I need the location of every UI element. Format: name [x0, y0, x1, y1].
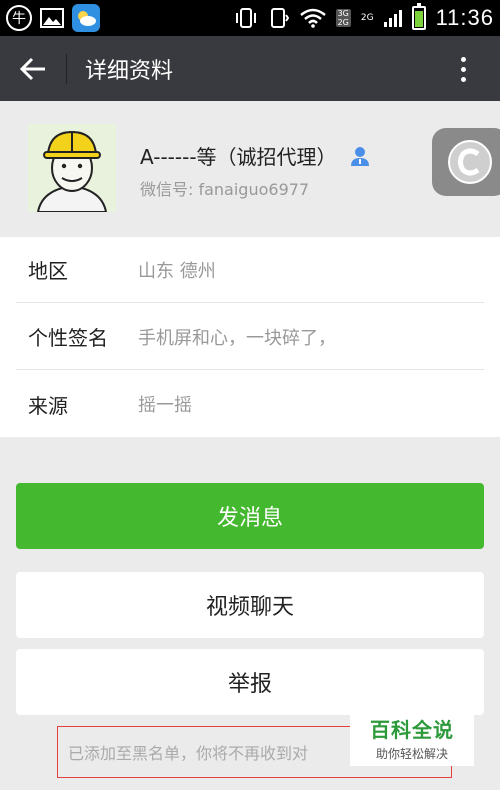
- source-value: 摇一摇: [138, 395, 192, 416]
- region-label: 地区: [28, 259, 68, 283]
- watermark-subtitle: 助你轻松解决: [375, 747, 448, 761]
- info-row-region: 地区 山东 德州: [16, 237, 484, 303]
- worker-cartoon-avatar: [28, 124, 116, 212]
- send-message-button[interactable]: 发消息: [16, 483, 484, 549]
- status-bar: 牛 3G 2G 2G 11:36: [0, 0, 500, 36]
- network-type-badge: 3G 2G: [335, 9, 351, 27]
- back-arrow-icon: [20, 57, 45, 80]
- back-button[interactable]: [0, 36, 66, 101]
- title-bar: 详细资料: [0, 36, 500, 101]
- watermark-logo: 百科全说 助你轻松解决: [350, 710, 474, 766]
- region-value: 山东 德州: [138, 260, 216, 282]
- more-dot-icon: [460, 56, 466, 62]
- signature-label: 个性签名: [28, 326, 108, 350]
- signature-value: 手机屏和心，一块碎了，: [138, 327, 336, 349]
- video-chat-button[interactable]: 视频聊天: [16, 572, 484, 638]
- blacklist-notice-text: 已添加至黑名单，你将不再收到对: [68, 744, 309, 763]
- niu-glyph: 牛: [12, 11, 26, 27]
- avatar[interactable]: [28, 124, 116, 212]
- more-dot-icon: [460, 66, 466, 72]
- battery-icon: [411, 3, 426, 30]
- contact-name: A------等（诚招代理）: [140, 145, 337, 169]
- profile-header: A------等（诚招代理） 微信号: fanaiguo6977: [0, 101, 500, 237]
- info-row-source: 来源 摇一摇: [16, 371, 484, 437]
- net-type-top: 3G: [337, 9, 349, 18]
- weather-icon: [72, 4, 100, 32]
- c-logo-icon: [448, 140, 492, 184]
- net-type-secondary: 2G: [360, 13, 374, 23]
- vibrate-icon: [235, 8, 256, 28]
- screen-rotate-icon: [270, 8, 289, 28]
- page-title: 详细资料: [85, 58, 174, 84]
- floating-app-shortcut[interactable]: [432, 128, 500, 196]
- source-label: 来源: [28, 393, 68, 418]
- more-dot-icon: [460, 76, 466, 82]
- signal-icon: [383, 10, 402, 27]
- info-row-signature: 个性签名 手机屏和心，一块碎了，: [16, 304, 484, 370]
- name-row: A------等（诚招代理）: [140, 141, 371, 170]
- wifi-icon: [299, 8, 326, 28]
- gallery-icon: [40, 8, 64, 28]
- net-type-bottom: 2G: [337, 18, 349, 27]
- more-menu-button[interactable]: [448, 50, 478, 88]
- report-button[interactable]: 举报: [16, 649, 484, 715]
- clock: 11:36: [435, 5, 494, 30]
- contact-person-icon: [350, 146, 369, 166]
- wechat-id: 微信号: fanaiguo6977: [140, 180, 310, 199]
- info-list: 地区 山东 德州 个性签名 手机屏和心，一块碎了， 来源 摇一摇: [0, 237, 500, 437]
- watermark-title: 百科全说: [370, 718, 454, 742]
- title-divider: [66, 53, 67, 84]
- niu-app-icon: 牛: [6, 5, 32, 31]
